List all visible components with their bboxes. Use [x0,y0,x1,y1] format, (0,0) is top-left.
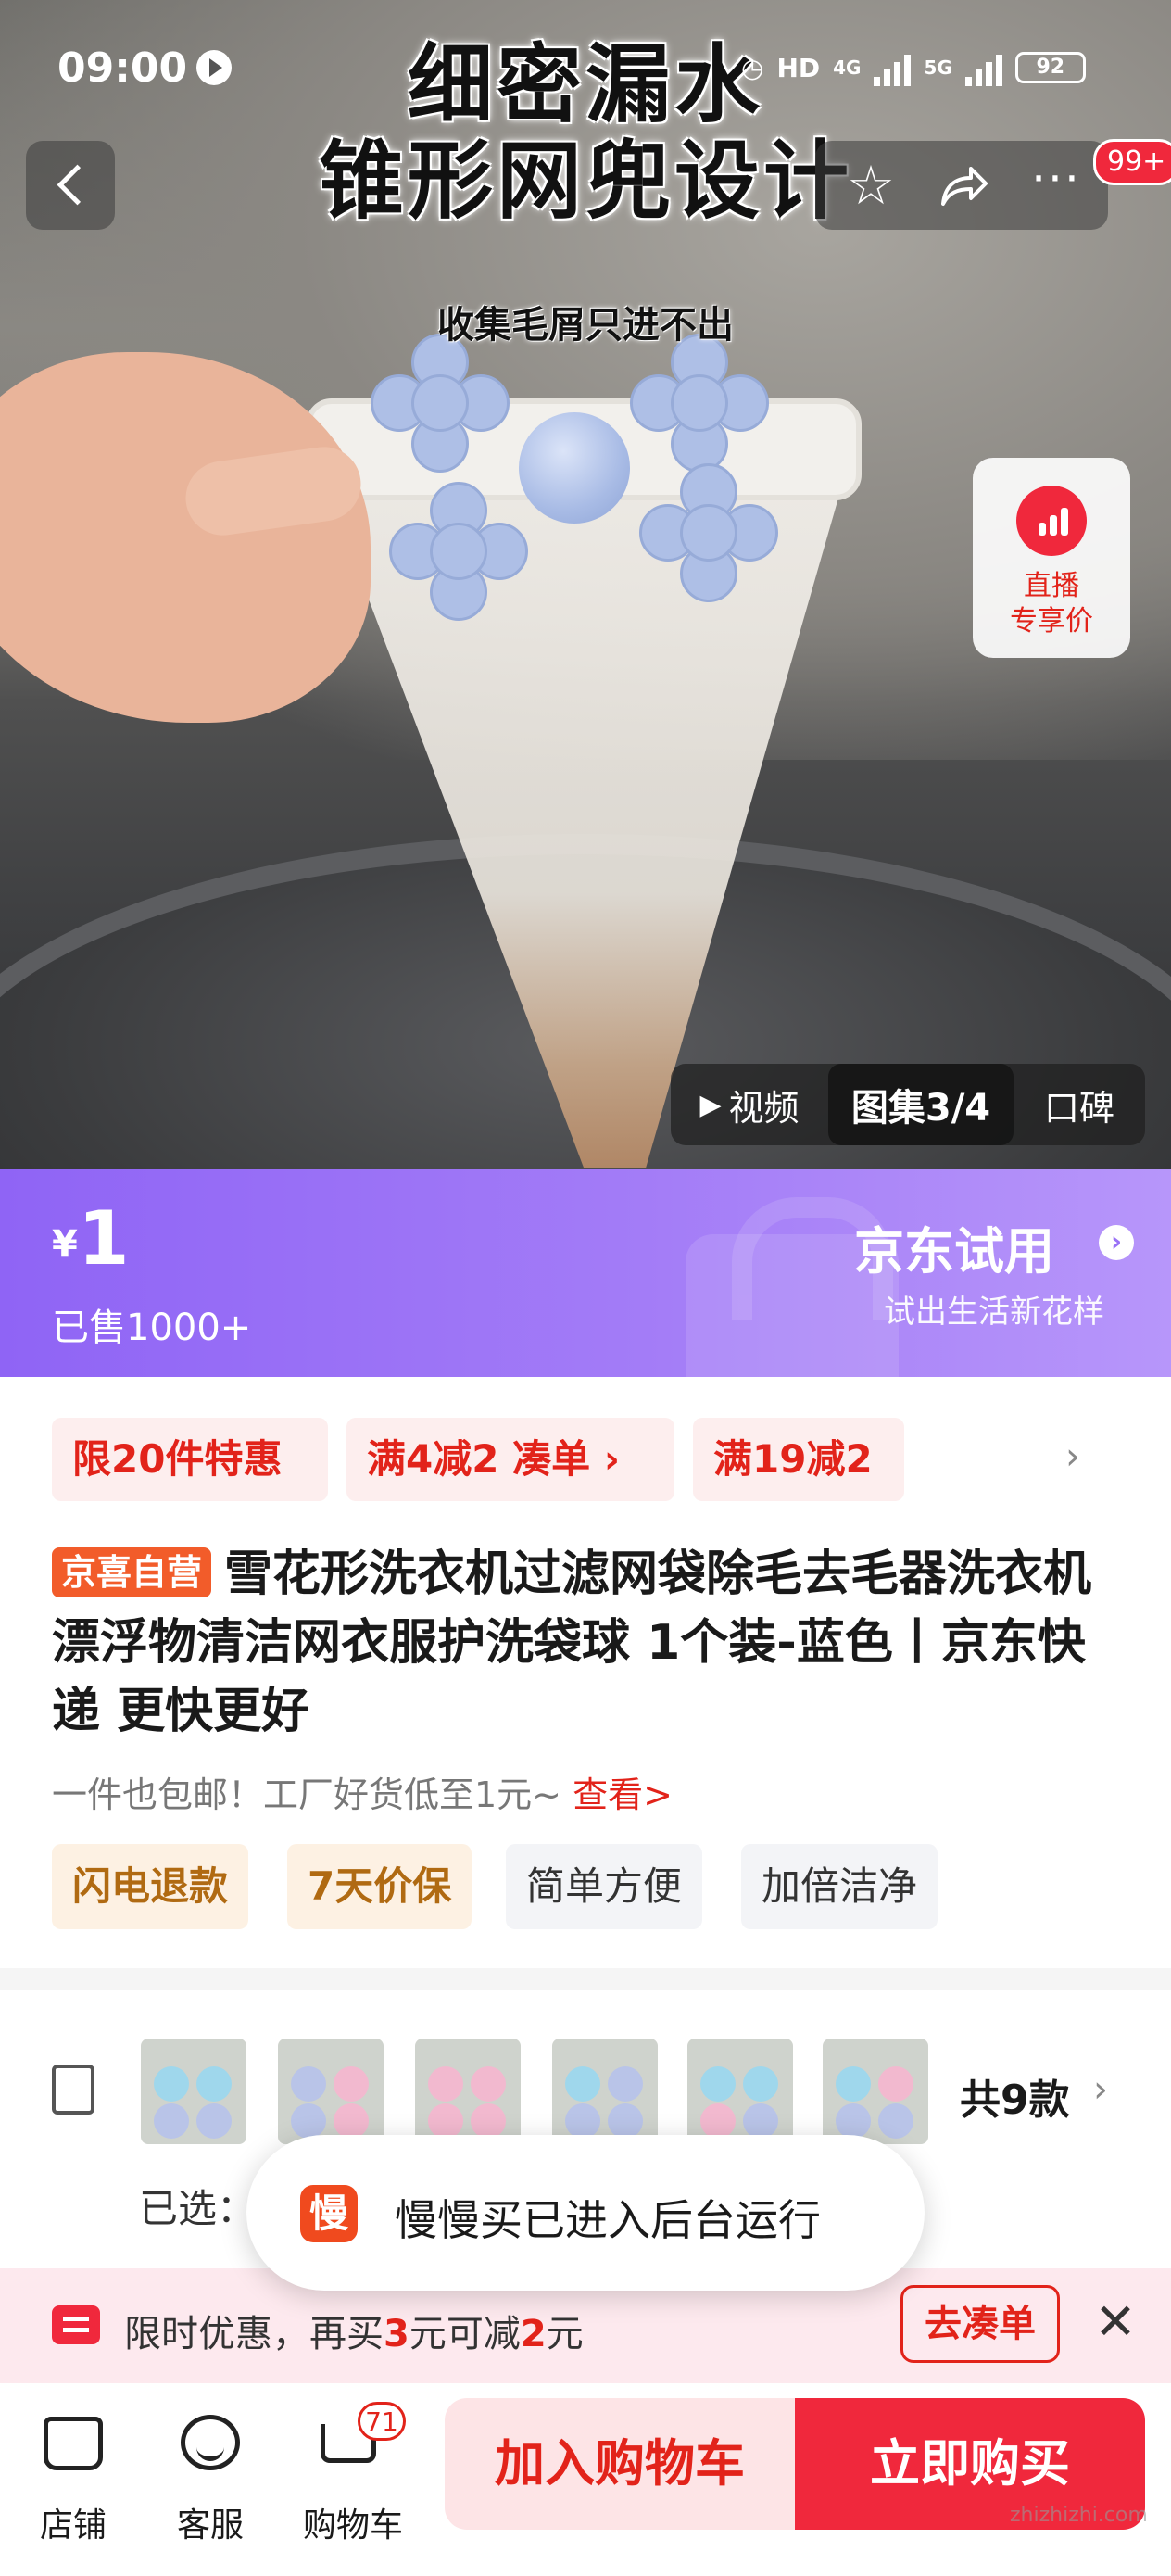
add-to-cart-button[interactable]: 加入购物车 [445,2398,795,2530]
coupon-icon [52,2305,100,2344]
service-tag: 7天价保 [287,1844,472,1929]
jd-trial-subtitle: 试出生活新花样 [884,1294,1104,1331]
toast-text: 慢慢买已进入后台运行 [395,2195,821,2245]
add-on-order-button[interactable]: 去凑单 [900,2285,1060,2363]
live-price-card[interactable]: 直播 专享价 [973,458,1130,658]
product-title-block: 京喜自营 雪花形洗衣机过滤网袋除毛去毛器洗衣机漂浮物清洁网衣服护洗袋球 1个装-蓝… [52,1540,1127,1746]
self-operated-badge: 京喜自营 [52,1547,212,1597]
shipping-note: 一件也包邮！工厂好货低至1元~ 查看> [52,1774,673,1815]
coupon-text: 限时优惠，再买3元可减2元 [124,2313,584,2355]
variant-select-icon [52,2065,94,2115]
price-currency: ¥ [52,1223,78,1266]
close-icon[interactable]: ✕ [1089,2296,1141,2348]
live-stream-icon [1016,486,1087,556]
app-icon: 慢 [300,2185,358,2242]
flower-float [639,463,778,602]
variant-count[interactable]: 共9款 [960,2066,1070,2126]
network-label: 5G [924,57,952,79]
selected-label: 已选： [139,2186,257,2231]
flower-hub [519,412,630,524]
status-indicators: ◷ HD 4G 5G 92 [741,44,1086,91]
back-button[interactable] [26,141,115,230]
price-banner: ¥ 1 已售1000+ 京东试用 › 试出生活新花样 [0,1169,1171,1377]
battery-icon: 92 [1014,52,1086,83]
cart-count-badge: 71 [358,2402,406,2441]
variant-thumbnail[interactable] [415,2039,521,2144]
flower-float [389,482,528,621]
service-tag: 闪电退款 [52,1844,249,1929]
variant-thumbnail[interactable] [141,2039,246,2144]
variant-thumbnail[interactable] [823,2039,928,2144]
play-icon: ▶ [699,1088,722,1121]
share-icon[interactable] [936,158,991,213]
view-link[interactable]: 查看> [573,1774,673,1815]
message-count-badge: 99+ [1093,139,1171,185]
jd-trial-title[interactable]: 京东试用 [854,1210,1054,1283]
variant-thumbnail[interactable] [687,2039,793,2144]
favorite-star-icon[interactable]: ☆ [843,158,899,213]
flower-float [371,334,510,473]
chevron-right-icon[interactable]: › [1065,1438,1102,1475]
hd-icon: HD [776,52,821,83]
chevron-right-icon[interactable]: › [1099,1225,1134,1260]
shop-icon [44,2417,103,2470]
tab-gallery[interactable]: 图集3/4 [828,1064,1014,1145]
tab-video[interactable]: ▶ 视频 [671,1064,828,1145]
price-value: 1 [78,1195,130,1282]
feature-tag: 加倍洁净 [741,1844,938,1929]
live-label: 直播 [1024,570,1079,602]
feature-tag: 简单方便 [506,1844,703,1929]
tab-review[interactable]: 口碑 [1014,1064,1145,1145]
sold-count: 已售1000+ [52,1307,252,1349]
more-icon[interactable]: ··· [1028,156,1084,213]
variant-thumbnail[interactable] [278,2039,384,2144]
promo-tag[interactable]: 限20件特惠 [52,1418,328,1501]
product-image-gallery[interactable]: 细密漏水 锥形网兜设计 收集毛屑只进不出 09:00 ◷ HD 4G 5G 92… [0,0,1171,1169]
watermark: zhizhizhi.com [1010,2504,1148,2527]
customer-service-icon [181,2415,240,2470]
network-label: 4G [833,57,862,79]
section-divider [0,1968,1171,1990]
live-price-label: 专享价 [1010,605,1093,638]
toast-notification: 慢 慢慢买已进入后台运行 [246,2135,925,2291]
promo-tag[interactable]: 满4减2 凑单 › [346,1418,674,1501]
alarm-icon: ◷ [741,52,764,83]
status-time: 09:00 [57,44,188,92]
hero-subheadline: 收集毛屑只进不出 [437,304,734,347]
chevron-right-icon[interactable]: › [1093,2068,1108,2111]
variant-thumbnail[interactable] [552,2039,658,2144]
media-tabs: ▶ 视频 图集3/4 口碑 [671,1064,1145,1145]
signal-icon [874,49,912,86]
top-action-group: ☆ ··· [815,141,1108,230]
bottom-action-bar: 店铺 客服 71 购物车 加入购物车 立即购买 [0,2383,1171,2576]
flower-float [630,334,769,473]
media-playing-icon [196,50,232,85]
signal-icon [964,49,1002,86]
promo-tag[interactable]: 满19减2 [693,1418,904,1501]
